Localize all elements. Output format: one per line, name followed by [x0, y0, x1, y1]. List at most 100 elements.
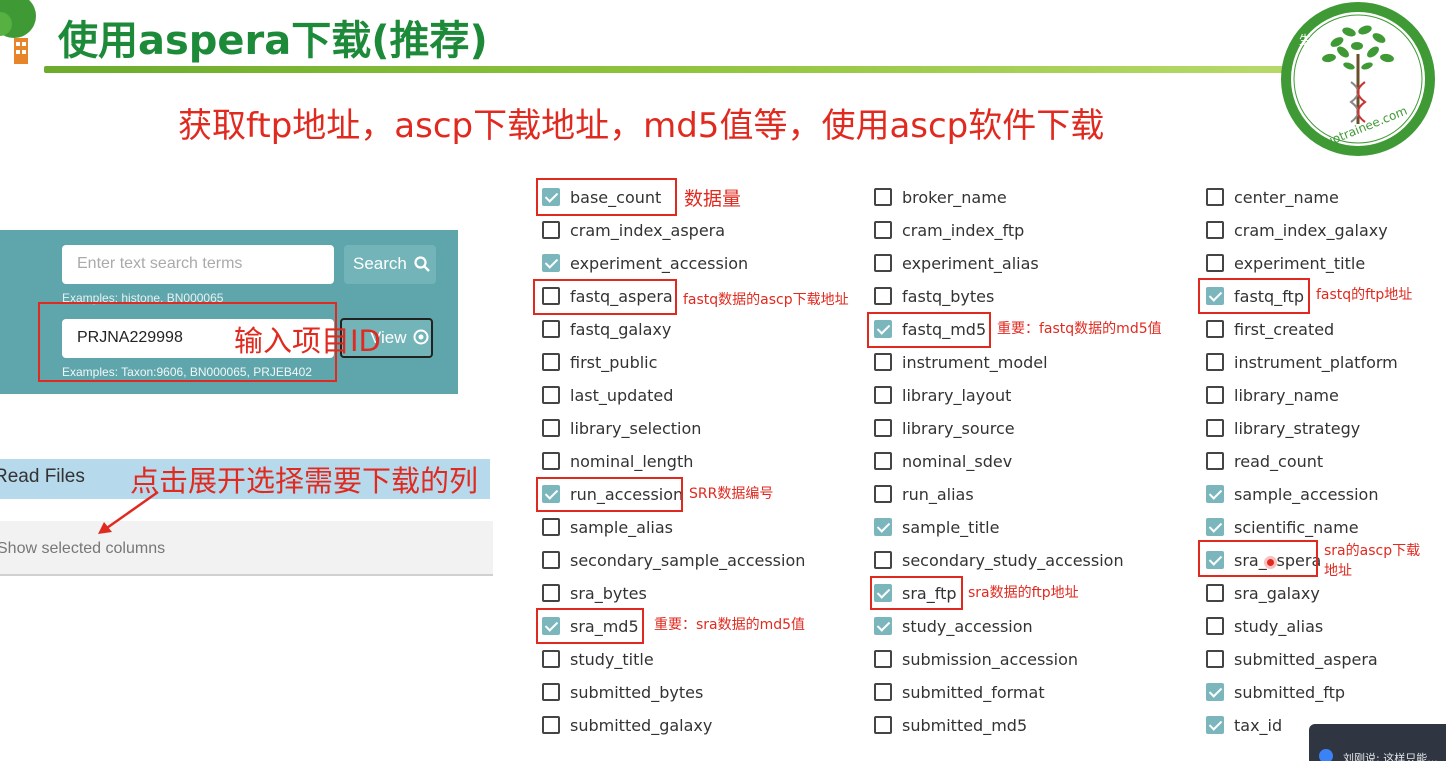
checkbox-unchecked[interactable]: [542, 419, 560, 437]
column-option-sample-accession[interactable]: sample_accession: [1206, 479, 1378, 509]
checkbox-checked[interactable]: [1206, 518, 1224, 536]
column-option-secondary-sample-accession[interactable]: secondary_sample_accession: [542, 545, 805, 575]
checkbox-checked[interactable]: [874, 518, 892, 536]
column-option-cram-index-galaxy[interactable]: cram_index_galaxy: [1206, 215, 1388, 245]
checkbox-unchecked[interactable]: [1206, 353, 1224, 371]
checkbox-unchecked[interactable]: [542, 518, 560, 536]
column-option-sra-galaxy[interactable]: sra_galaxy: [1206, 578, 1320, 608]
checkbox-unchecked[interactable]: [1206, 386, 1224, 404]
checkbox-unchecked[interactable]: [1206, 419, 1224, 437]
checkbox-unchecked[interactable]: [1206, 221, 1224, 239]
column-option-sra-bytes[interactable]: sra_bytes: [542, 578, 647, 608]
column-option-sample-title[interactable]: sample_title: [874, 512, 999, 542]
column-option-label: submitted_ftp: [1234, 682, 1345, 702]
checkbox-unchecked[interactable]: [874, 287, 892, 305]
highlight-run-accession: [536, 477, 683, 512]
checkbox-unchecked[interactable]: [1206, 650, 1224, 668]
column-option-cram-index-ftp[interactable]: cram_index_ftp: [874, 215, 1024, 245]
column-option-library-name[interactable]: library_name: [1206, 380, 1339, 410]
checkbox-unchecked[interactable]: [542, 386, 560, 404]
column-option-sample-alias[interactable]: sample_alias: [542, 512, 673, 542]
note-sra-aspera-line2: 地址: [1324, 563, 1352, 579]
checkbox-unchecked[interactable]: [542, 584, 560, 602]
checkbox-unchecked[interactable]: [542, 320, 560, 338]
column-option-library-layout[interactable]: library_layout: [874, 380, 1011, 410]
column-option-fastq-bytes[interactable]: fastq_bytes: [874, 281, 994, 311]
column-option-label: last_updated: [570, 385, 674, 405]
checkbox-unchecked[interactable]: [874, 551, 892, 569]
checkbox-checked[interactable]: [542, 254, 560, 272]
column-option-last-updated[interactable]: last_updated: [542, 380, 673, 410]
brand-char-5: 树: [1411, 8, 1423, 23]
checkbox-unchecked[interactable]: [542, 221, 560, 239]
column-option-label: submission_accession: [902, 649, 1078, 669]
column-option-library-strategy[interactable]: library_strategy: [1206, 413, 1360, 443]
column-option-instrument-platform[interactable]: instrument_platform: [1206, 347, 1398, 377]
column-option-library-source[interactable]: library_source: [874, 413, 1015, 443]
checkbox-unchecked[interactable]: [1206, 188, 1224, 206]
checkbox-unchecked[interactable]: [874, 353, 892, 371]
column-option-label: experiment_accession: [570, 253, 749, 273]
checkbox-unchecked[interactable]: [874, 650, 892, 668]
column-option-label: instrument_model: [902, 352, 1048, 372]
checkbox-unchecked[interactable]: [874, 386, 892, 404]
checkbox-checked[interactable]: [874, 617, 892, 635]
column-option-cram-index-aspera[interactable]: cram_index_aspera: [542, 215, 725, 245]
column-option-label: fastq_bytes: [902, 286, 995, 306]
checkbox-unchecked[interactable]: [1206, 617, 1224, 635]
column-option-scientific-name[interactable]: scientific_name: [1206, 512, 1359, 542]
column-option-experiment-title[interactable]: experiment_title: [1206, 248, 1365, 278]
column-option-study-alias[interactable]: study_alias: [1206, 611, 1323, 641]
column-option-study-accession[interactable]: study_accession: [874, 611, 1033, 641]
checkbox-unchecked[interactable]: [874, 254, 892, 272]
checkbox-unchecked[interactable]: [874, 188, 892, 206]
column-option-broker-name[interactable]: broker_name: [874, 182, 1007, 212]
column-option-first-created[interactable]: first_created: [1206, 314, 1334, 344]
checkbox-unchecked[interactable]: [874, 221, 892, 239]
column-option-read-count[interactable]: read_count: [1206, 446, 1323, 476]
column-option-submitted-format[interactable]: submitted_format: [874, 677, 1045, 707]
checkbox-unchecked[interactable]: [542, 683, 560, 701]
column-option-run-alias[interactable]: run_alias: [874, 479, 974, 509]
checkbox-unchecked[interactable]: [874, 419, 892, 437]
checkbox-unchecked[interactable]: [542, 551, 560, 569]
column-option-tax-id[interactable]: tax_id: [1206, 710, 1282, 740]
target-icon: [413, 329, 429, 345]
column-option-experiment-accession[interactable]: experiment_accession: [542, 248, 748, 278]
checkbox-checked[interactable]: [1206, 683, 1224, 701]
checkbox-unchecked[interactable]: [1206, 452, 1224, 470]
checkbox-unchecked[interactable]: [542, 452, 560, 470]
column-option-submitted-bytes[interactable]: submitted_bytes: [542, 677, 703, 707]
checkbox-unchecked[interactable]: [1206, 254, 1224, 272]
column-option-submitted-aspera[interactable]: submitted_aspera: [1206, 644, 1378, 674]
column-option-experiment-alias[interactable]: experiment_alias: [874, 248, 1039, 278]
column-option-label: submitted_md5: [902, 715, 1028, 735]
column-option-secondary-study-accession[interactable]: secondary_study_accession: [874, 545, 1124, 575]
column-option-center-name[interactable]: center_name: [1206, 182, 1339, 212]
checkbox-unchecked[interactable]: [1206, 320, 1224, 338]
checkbox-unchecked[interactable]: [874, 683, 892, 701]
checkbox-unchecked[interactable]: [874, 716, 892, 734]
checkbox-unchecked[interactable]: [542, 716, 560, 734]
chat-overlay[interactable]: 刘刚说: 这样只能...: [1309, 724, 1446, 761]
checkbox-unchecked[interactable]: [542, 650, 560, 668]
column-option-nominal-length[interactable]: nominal_length: [542, 446, 693, 476]
checkbox-checked[interactable]: [1206, 716, 1224, 734]
column-option-library-selection[interactable]: library_selection: [542, 413, 701, 443]
checkbox-unchecked[interactable]: [874, 485, 892, 503]
checkbox-unchecked[interactable]: [542, 353, 560, 371]
column-option-instrument-model[interactable]: instrument_model: [874, 347, 1048, 377]
checkbox-unchecked[interactable]: [874, 452, 892, 470]
column-option-submitted-md5[interactable]: submitted_md5: [874, 710, 1027, 740]
column-option-submitted-galaxy[interactable]: submitted_galaxy: [542, 710, 712, 740]
column-option-fastq-galaxy[interactable]: fastq_galaxy: [542, 314, 671, 344]
column-option-nominal-sdev[interactable]: nominal_sdev: [874, 446, 1012, 476]
column-option-submitted-ftp[interactable]: submitted_ftp: [1206, 677, 1345, 707]
checkbox-unchecked[interactable]: [1206, 584, 1224, 602]
column-option-submission-accession[interactable]: submission_accession: [874, 644, 1078, 674]
search-button[interactable]: Search: [344, 245, 436, 284]
column-option-first-public[interactable]: first_public: [542, 347, 657, 377]
text-search-input[interactable]: Enter text search terms: [62, 245, 334, 284]
column-option-study-title[interactable]: study_title: [542, 644, 654, 674]
checkbox-checked[interactable]: [1206, 485, 1224, 503]
